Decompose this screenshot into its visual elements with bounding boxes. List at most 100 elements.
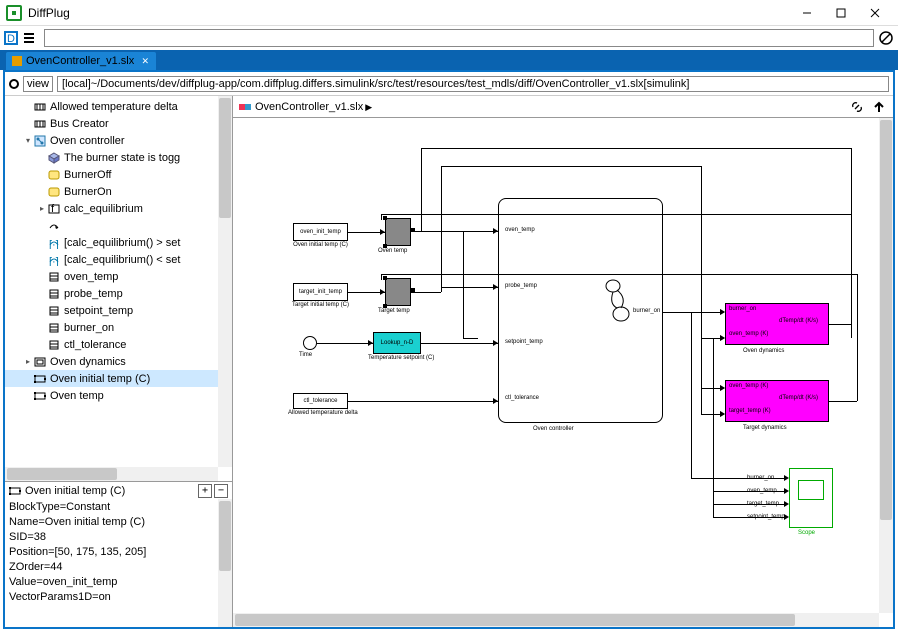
data-icon [47,304,61,318]
link-icon[interactable] [849,99,865,115]
close-button[interactable] [858,2,892,24]
property-row[interactable]: VectorParams1D=on [9,591,228,606]
tree-vscrollbar[interactable] [218,96,232,467]
tab-file[interactable]: OvenController_v1.slx ✕ [6,52,156,70]
app-logo [6,5,22,21]
tree-twisty[interactable]: ▸ [37,204,47,213]
svg-text:[·]: [·] [49,239,59,249]
tree-item[interactable]: ctl_tolerance [5,336,232,353]
fn-icon: f [47,202,61,216]
tree-item[interactable]: Allowed temperature delta [5,98,232,115]
tree-item[interactable]: The burner state is togg [5,149,232,166]
minimize-button[interactable] [790,2,824,24]
integrator-block[interactable] [385,218,411,246]
tree-item[interactable]: [·] [calc_equilibrium() < set [5,251,232,268]
tree-item[interactable]: Oven initial temp (C) [5,370,232,387]
trans-icon [47,219,61,233]
stop-icon[interactable] [878,30,894,46]
collapse-button[interactable]: − [214,484,228,498]
menu-icon[interactable] [22,31,36,45]
data-icon [47,270,61,284]
tree-label: [calc_equilibrium() < set [64,254,180,266]
const-block[interactable]: oven_init_temp [293,223,348,241]
scope-block[interactable] [789,468,833,528]
state-icon [47,168,61,182]
simulink-icon [12,56,22,66]
tree-hscrollbar[interactable] [5,467,218,481]
properties-panel[interactable]: BlockType=ConstantName=Oven initial temp… [5,499,232,627]
data-icon [47,338,61,352]
tree-item[interactable]: [·] [calc_equilibrium() > set [5,234,232,251]
diff-icon[interactable]: D [4,31,18,45]
up-arrow-icon[interactable] [871,99,887,115]
maximize-button[interactable] [824,2,858,24]
property-row[interactable]: Value=oven_init_temp [9,576,228,591]
tree-item[interactable]: ▸ Oven dynamics [5,353,232,370]
tree-label: probe_temp [64,288,123,300]
tree-twisty[interactable]: ▸ [23,357,33,366]
view-button[interactable]: view [23,76,53,92]
tree-item[interactable]: oven_temp [5,268,232,285]
canvas-vscrollbar[interactable] [879,118,893,613]
window-title: DiffPlug [28,6,790,20]
property-row[interactable]: ZOrder=44 [9,561,228,576]
tab-close-icon[interactable]: ✕ [140,56,150,66]
svg-text:[·]: [·] [49,256,59,266]
property-row[interactable]: BlockType=Constant [9,501,228,516]
integrator-block[interactable] [385,278,411,306]
tree-item[interactable] [5,217,232,234]
tree-label: Oven controller [50,135,125,147]
cond-icon: [·] [47,236,61,250]
tree-label: BurnerOff [64,169,112,181]
tree-label: [calc_equilibrium() > set [64,237,180,249]
property-row[interactable]: Position=[50, 175, 135, 205] [9,546,228,561]
tree-item[interactable]: ▸fcalc_equilibrium [5,200,232,217]
tree-item[interactable]: BurnerOn [5,183,232,200]
clock-block[interactable] [303,336,317,350]
const-icon [33,372,47,386]
state-icon [47,185,61,199]
lookup-block[interactable]: Lookup_n-D [373,332,421,354]
cube-icon [47,151,61,165]
block-caption: Oven initial temp (C) [288,242,353,248]
property-row[interactable]: SID=38 [9,531,228,546]
chart-icon [33,134,47,148]
tree-item[interactable]: Bus Creator [5,115,232,132]
tree-label: BurnerOn [64,186,112,198]
property-row[interactable]: Name=Oven initial temp (C) [9,516,228,531]
const-block[interactable]: ctl_tolerance [293,393,348,409]
block-caption: Target initial temp (C) [288,302,353,308]
props-vscrollbar[interactable] [218,499,232,627]
tree-label: ctl_tolerance [64,339,126,351]
bus-icon [33,100,47,114]
model-canvas[interactable]: oven_init_tempOven initial temp (C)Oven … [233,118,893,627]
const-block[interactable]: target_init_temp [293,283,348,301]
address-bar[interactable] [44,29,874,47]
data-icon [47,287,61,301]
tree-item[interactable]: BurnerOff [5,166,232,183]
tree-item[interactable]: ▾ Oven controller [5,132,232,149]
tree-twisty[interactable]: ▾ [23,136,33,145]
const-icon [33,389,47,403]
const-block-icon [9,485,21,497]
record-icon [9,79,19,89]
canvas-title: OvenController_v1.slx▶ [255,101,843,113]
expand-button[interactable]: + [198,484,212,498]
path-field[interactable]: [local]~/Documents/dev/diffplug-app/com.… [57,76,889,92]
tree-item[interactable]: setpoint_temp [5,302,232,319]
block-caption: Temperature setpoint (C) [368,355,426,361]
tree-label: calc_equilibrium [64,203,143,215]
canvas-hscrollbar[interactable] [233,613,879,627]
tree-item[interactable]: probe_temp [5,285,232,302]
svg-text:D: D [7,33,15,45]
simulink-file-icon [239,101,251,113]
tree-label: burner_on [64,322,114,334]
tree-label: Oven dynamics [50,356,126,368]
model-tree[interactable]: Allowed temperature delta Bus Creator ▾ Ove… [5,96,232,481]
tree-label: Bus Creator [50,118,109,130]
tree-label: The burner state is togg [64,152,180,164]
tree-item[interactable]: burner_on [5,319,232,336]
block-caption: Allowed temperature delta [288,410,353,416]
tree-label: Oven initial temp (C) [50,373,150,385]
tree-item[interactable]: Oven temp [5,387,232,404]
